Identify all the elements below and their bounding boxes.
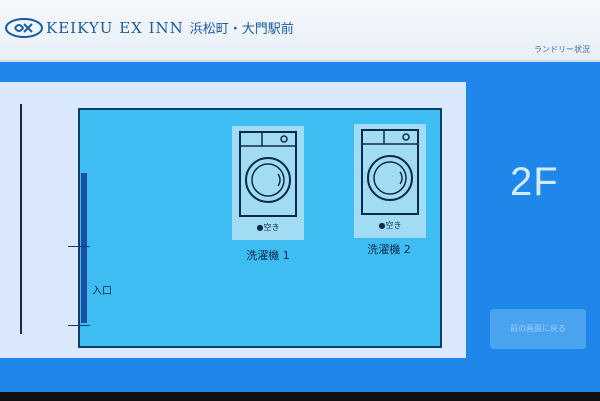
washer-2-tile[interactable]: ●空き	[354, 124, 426, 238]
washing-machine-icon	[239, 131, 297, 217]
entrance-door	[81, 173, 87, 323]
ex-logo-icon	[5, 18, 43, 38]
washing-machine-icon	[361, 129, 419, 215]
door-tick-top	[68, 246, 90, 247]
floor-indicator: 2F	[510, 160, 559, 204]
brand-name: KEIKYU EX INN 浜松町・大門駅前	[46, 18, 294, 37]
page-label: ランドリー状況	[534, 45, 590, 54]
brand-title: KEIKYU EX INN	[46, 19, 184, 37]
washer-1-label: 洗濯機 1	[246, 249, 290, 262]
washer-1-status: ●空き	[256, 223, 280, 232]
brand-location: 浜松町・大門駅前	[189, 22, 294, 37]
entrance-label: 入口	[92, 286, 112, 297]
back-button[interactable]: 前の画面に戻る	[490, 309, 586, 349]
door-tick-bottom	[68, 325, 90, 326]
wall-line	[20, 104, 22, 334]
kiosk-screen: KEIKYU EX INN 浜松町・大門駅前 ランドリー状況 入口 ●空き 洗濯機…	[0, 0, 600, 392]
washer-1-tile[interactable]: ●空き	[232, 126, 304, 240]
washer-2-label: 洗濯機 2	[367, 243, 411, 256]
washer-2-status: ●空き	[378, 221, 402, 230]
header-bar: KEIKYU EX INN 浜松町・大門駅前 ランドリー状況	[0, 0, 600, 62]
monitor-bezel	[0, 392, 600, 401]
